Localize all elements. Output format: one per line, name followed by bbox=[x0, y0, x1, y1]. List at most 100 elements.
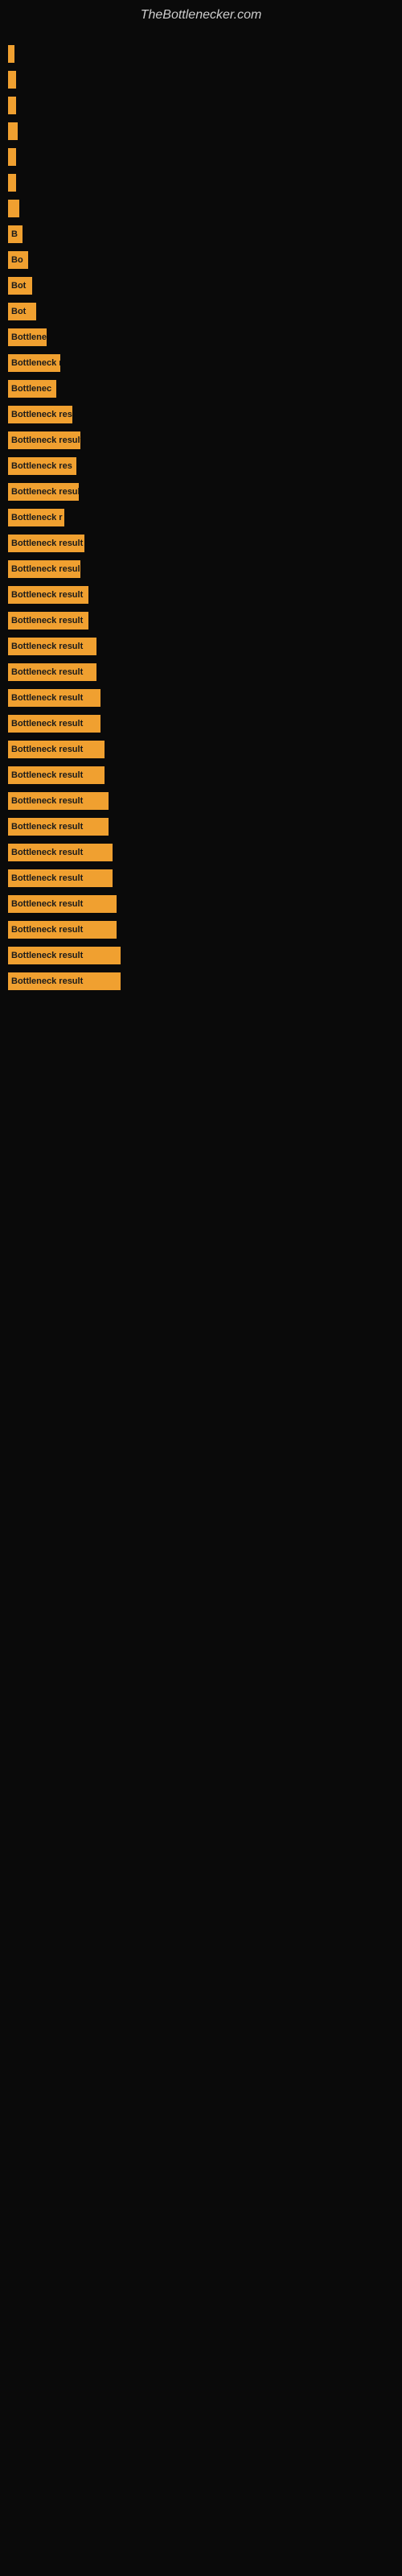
bar-label: Bot bbox=[11, 281, 26, 291]
bar-label: Bottleneck res bbox=[11, 461, 72, 471]
bar-item bbox=[8, 97, 16, 114]
bar-row: Bottleneck result bbox=[8, 944, 394, 967]
bar-label: Bottleneck r bbox=[11, 513, 63, 522]
bar-row: Bottleneck result bbox=[8, 687, 394, 709]
bar-item: Bottleneck r bbox=[8, 509, 64, 526]
bar-item: Bottleneck result bbox=[8, 638, 96, 655]
bar-label: Bottleneck result bbox=[11, 745, 83, 754]
bar-label: Bottleneck result bbox=[11, 642, 83, 651]
bar-label: Bot bbox=[11, 307, 26, 316]
bar-row: Bot bbox=[8, 300, 394, 323]
bar-row: Bottleneck re bbox=[8, 352, 394, 374]
bar-item bbox=[8, 71, 16, 89]
bar-label: Bo bbox=[11, 255, 23, 265]
bar-label: Bottleneck result bbox=[11, 693, 83, 703]
bar-row: Bottleneck resul bbox=[8, 558, 394, 580]
bar-item: Bottleneck result bbox=[8, 715, 100, 733]
bar-row bbox=[8, 94, 394, 117]
bar-row: Bottleneck r bbox=[8, 506, 394, 529]
bar-item: Bottleneck result bbox=[8, 663, 96, 681]
bar-item: Bottleneck result bbox=[8, 535, 84, 552]
bar-row: Bottleneck result bbox=[8, 738, 394, 761]
bar-label: Bottleneck result bbox=[11, 822, 83, 832]
bar-row: Bottleneck result bbox=[8, 867, 394, 890]
bar-item: Bottleneck result bbox=[8, 869, 113, 887]
bar-item: Bottleneck result bbox=[8, 741, 105, 758]
bar-label: Bottleneck result bbox=[11, 539, 83, 548]
bar-item bbox=[8, 174, 16, 192]
bar-item: Bottleneck result bbox=[8, 586, 88, 604]
bar-label: B bbox=[11, 229, 18, 239]
bar-item: Bottlene bbox=[8, 328, 47, 346]
bar-row bbox=[8, 197, 394, 220]
bar-item: Bottleneck result bbox=[8, 766, 105, 784]
bar-row bbox=[8, 120, 394, 142]
bar-label: Bottlene bbox=[11, 332, 47, 342]
bar-item: Bottleneck result bbox=[8, 818, 109, 836]
bar-row: Bottlenec bbox=[8, 378, 394, 400]
bar-label: Bottlenec bbox=[11, 384, 51, 394]
bar-row bbox=[8, 146, 394, 168]
bar-item: Bottleneck result bbox=[8, 689, 100, 707]
bar-label: Bottleneck result bbox=[11, 616, 83, 625]
bar-label: Bottleneck resul bbox=[11, 564, 80, 574]
bar-label: Bottleneck result bbox=[11, 873, 83, 883]
bar-label: Bottleneck res bbox=[11, 410, 72, 419]
bar-label: Bottleneck resul bbox=[11, 487, 79, 497]
bar-label: Bottleneck result bbox=[11, 951, 83, 960]
bar-label: Bottleneck result bbox=[11, 719, 83, 729]
bar-row bbox=[8, 171, 394, 194]
bar-row: Bottleneck result bbox=[8, 584, 394, 606]
bar-row: Bottleneck res bbox=[8, 455, 394, 477]
bar-label: Bottleneck result bbox=[11, 925, 83, 935]
bar-row: Bottleneck result bbox=[8, 815, 394, 838]
bar-row: Bottleneck result bbox=[8, 893, 394, 915]
bar-item bbox=[8, 200, 19, 217]
bar-item: Bottleneck resul bbox=[8, 560, 80, 578]
bar-row: Bottleneck result bbox=[8, 429, 394, 452]
bar-item bbox=[8, 45, 14, 63]
bar-row: Bot bbox=[8, 275, 394, 297]
bar-item: Bottleneck result bbox=[8, 921, 117, 939]
bar-row: Bottleneck result bbox=[8, 790, 394, 812]
bar-row: Bottleneck result bbox=[8, 919, 394, 941]
bar-item: Bottleneck result bbox=[8, 792, 109, 810]
bar-item bbox=[8, 148, 16, 166]
bar-item: Bot bbox=[8, 277, 32, 295]
bar-row: Bottleneck result bbox=[8, 841, 394, 864]
bar-item: Bottleneck result bbox=[8, 612, 88, 630]
bar-item: Bot bbox=[8, 303, 36, 320]
bar-row: Bottleneck result bbox=[8, 635, 394, 658]
bar-row: Bottleneck result bbox=[8, 609, 394, 632]
bar-label: Bottleneck result bbox=[11, 590, 83, 600]
bar-item: Bottleneck result bbox=[8, 895, 117, 913]
bar-row: Bottleneck result bbox=[8, 712, 394, 735]
bar-label: Bottleneck result bbox=[11, 770, 83, 780]
bar-label: Bottleneck re bbox=[11, 358, 60, 368]
bar-row: Bo bbox=[8, 249, 394, 271]
bar-label: Bottleneck result bbox=[11, 899, 83, 909]
bar-item: Bottleneck result bbox=[8, 947, 121, 964]
bar-label: Bottleneck result bbox=[11, 848, 83, 857]
bar-label: Bottleneck result bbox=[11, 436, 80, 445]
bar-row bbox=[8, 43, 394, 65]
bar-row: Bottleneck result bbox=[8, 532, 394, 555]
bar-row: Bottleneck result bbox=[8, 970, 394, 993]
bar-item: Bottleneck re bbox=[8, 354, 60, 372]
site-title: TheBottlenecker.com bbox=[0, 0, 402, 27]
bar-item: Bottleneck result bbox=[8, 844, 113, 861]
bar-label: Bottleneck result bbox=[11, 667, 83, 677]
bar-row bbox=[8, 68, 394, 91]
bar-label: Bottleneck result bbox=[11, 796, 83, 806]
bar-item: Bottlenec bbox=[8, 380, 56, 398]
bar-item bbox=[8, 122, 18, 140]
bar-item: Bottleneck resul bbox=[8, 483, 79, 501]
bar-item: Bottleneck res bbox=[8, 457, 76, 475]
bar-row: Bottleneck result bbox=[8, 764, 394, 786]
bar-row: Bottlene bbox=[8, 326, 394, 349]
bar-item: Bo bbox=[8, 251, 28, 269]
bar-item: Bottleneck res bbox=[8, 406, 72, 423]
bar-row: B bbox=[8, 223, 394, 246]
bar-row: Bottleneck result bbox=[8, 661, 394, 683]
bar-item: Bottleneck result bbox=[8, 431, 80, 449]
